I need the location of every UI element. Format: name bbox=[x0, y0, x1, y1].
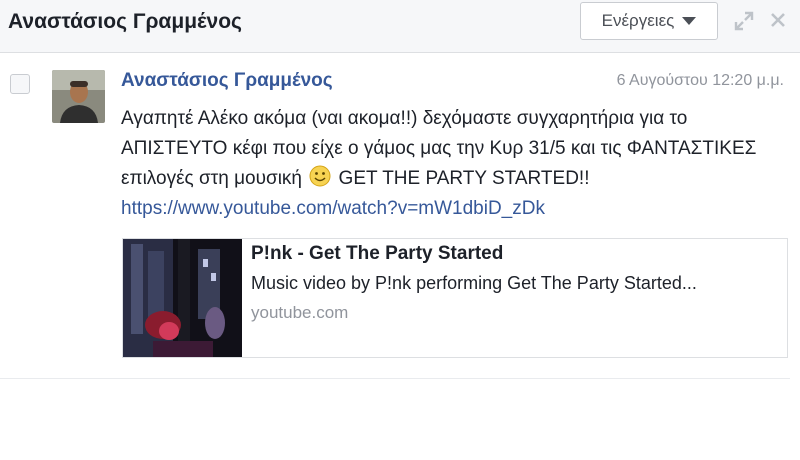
message-select-checkbox[interactable] bbox=[10, 74, 30, 94]
conversation-header: Αναστάσιος Γραμμένος Ενέργειες bbox=[0, 0, 800, 53]
preview-domain: youtube.com bbox=[251, 303, 349, 322]
message-body: Αγαπητέ Αλέκο ακόμα (ναι ακομα!!) δεχόμα… bbox=[121, 104, 786, 224]
video-thumbnail bbox=[123, 239, 242, 357]
preview-title[interactable]: P!nk - Get The Party Started bbox=[251, 243, 503, 265]
message-timestamp: 6 Αυγούστου 12:20 μ.μ. bbox=[616, 72, 784, 89]
caret-down-icon bbox=[682, 17, 697, 25]
conversation-title: Αναστάσιος Γραμμένος bbox=[8, 10, 242, 33]
message-link[interactable]: https://www.youtube.com/watch?v=mW1dbiD_… bbox=[121, 198, 545, 219]
actions-dropdown-button[interactable]: Ενέργειες bbox=[580, 2, 718, 40]
link-preview-card[interactable]: P!nk - Get The Party Started Music video… bbox=[122, 238, 788, 358]
close-icon[interactable] bbox=[767, 9, 789, 31]
message-text-continued: GET THE PARTY STARTED!! bbox=[338, 168, 590, 189]
smiley-icon bbox=[309, 165, 331, 187]
avatar[interactable] bbox=[52, 70, 105, 123]
expand-icon[interactable] bbox=[733, 10, 755, 32]
message-sender[interactable]: Αναστάσιος Γραμμένος bbox=[121, 70, 333, 92]
actions-label: Ενέργειες bbox=[601, 11, 675, 30]
preview-description: Music video by P!nk performing Get The P… bbox=[251, 273, 697, 293]
